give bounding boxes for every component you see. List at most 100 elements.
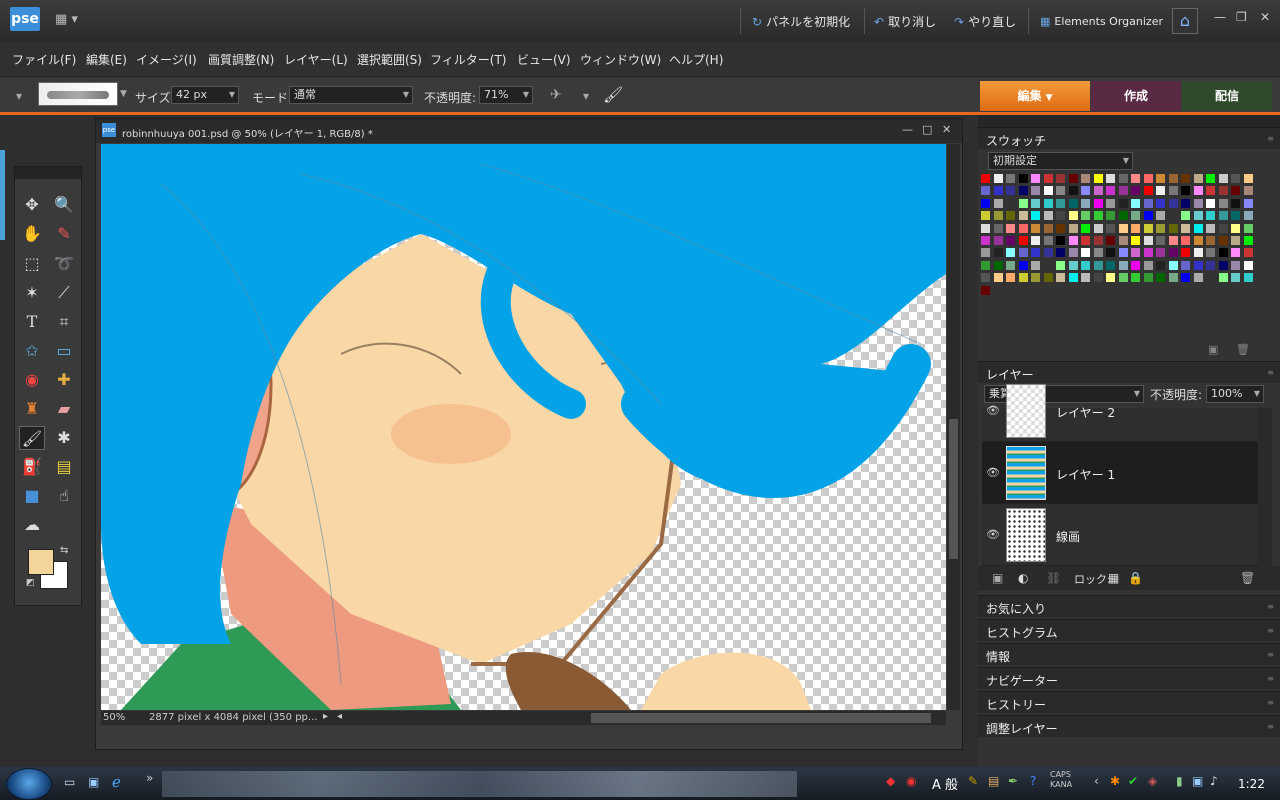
color-swatch[interactable] [1080,173,1091,184]
color-swatch[interactable] [1205,173,1216,184]
reset-panels-button[interactable]: ↻ パネルを初期化 [752,12,850,32]
color-swatch[interactable] [992,197,1004,209]
color-swatch[interactable] [1042,210,1054,222]
color-swatch[interactable] [1142,197,1154,209]
color-swatch[interactable] [1242,272,1254,284]
ime-help-icon[interactable]: ? [1030,774,1036,788]
color-swatch[interactable] [1167,259,1179,271]
color-swatch[interactable] [1155,185,1166,197]
color-swatch[interactable] [1205,185,1216,197]
color-swatch[interactable] [1205,247,1216,259]
color-swatch[interactable] [1230,235,1241,246]
new-swatch-icon[interactable]: ▣ [1208,343,1218,356]
paint-bucket-tool-icon[interactable]: ⛽ [19,455,45,479]
tab-create[interactable]: 作成 [1091,81,1181,111]
magic-wand-tool-icon[interactable]: ✶ [19,281,45,305]
color-swatch[interactable] [980,259,991,271]
layer-row[interactable]: 👁 レイヤー 2 [982,380,1258,442]
cookie-cutter-tool-icon[interactable]: ✩ [19,339,45,363]
status-menu-icon[interactable]: ▸ [323,711,328,722]
acrobat-icon[interactable]: ◆ [886,774,895,788]
menu-file[interactable]: ファイル(F) [12,51,76,68]
close-button[interactable]: ✕ [1260,10,1270,24]
crop-tool-icon[interactable]: ⌗ [51,310,77,334]
color-swatch[interactable] [1105,259,1116,271]
color-swatch[interactable] [1142,185,1154,197]
color-swatch[interactable] [992,210,1004,222]
color-swatch[interactable] [1080,210,1091,222]
adjustment-layers-panel-header[interactable]: 調整レイヤー ≡ [978,715,1280,737]
color-swatch[interactable] [1042,247,1054,259]
color-swatch[interactable] [1180,210,1191,222]
ime-dictionary-icon[interactable]: ▤ [988,774,999,788]
color-swatch[interactable] [992,272,1004,284]
eye-icon[interactable]: 👁 [986,528,1002,541]
layer-row[interactable]: 👁 線画 [982,504,1258,566]
color-swatch[interactable] [1180,173,1191,184]
color-swatch[interactable] [1180,272,1191,284]
histogram-panel-header[interactable]: ヒストグラム ≡ [978,619,1280,641]
color-swatch[interactable] [1117,222,1129,234]
menu-image[interactable]: イメージ(I) [136,51,197,68]
move-tool-icon[interactable]: ✥ [19,193,45,217]
color-swatch[interactable] [1130,247,1141,259]
color-swatch[interactable] [1230,197,1241,209]
gradient-tool-icon[interactable]: ▤ [51,455,77,479]
color-swatch[interactable] [1030,185,1041,197]
redo-button[interactable]: ↷ やり直し [954,12,1016,32]
color-swatch[interactable] [1192,210,1204,222]
color-swatch[interactable] [1130,185,1141,197]
layer-row-selected[interactable]: 👁 レイヤー 1 [982,442,1258,504]
panel-menu-icon[interactable]: ≡ [1267,722,1274,731]
doc-close-button[interactable]: ✕ [942,123,951,136]
color-swatch[interactable] [1105,222,1116,234]
doc-maximize-button[interactable]: □ [922,123,932,136]
layers-scrollbar[interactable] [1258,408,1272,566]
color-swatch[interactable] [1017,210,1029,222]
color-swatch[interactable] [1180,197,1191,209]
zoom-level[interactable]: 50% [103,712,125,723]
brush-settings-icon[interactable]: 🖌 [603,85,623,104]
color-swatch[interactable] [1180,222,1191,234]
color-swatch[interactable] [1130,235,1141,246]
color-swatch[interactable] [992,222,1004,234]
color-swatch[interactable] [1230,259,1241,271]
color-swatch[interactable] [1017,197,1029,209]
color-swatch[interactable] [1217,235,1229,246]
color-swatch[interactable] [1080,247,1091,259]
color-swatch[interactable] [1005,173,1016,184]
color-swatch[interactable] [1067,247,1079,259]
color-swatch[interactable] [1167,222,1179,234]
color-swatch[interactable] [1030,197,1041,209]
color-swatch[interactable] [980,185,991,197]
color-swatch[interactable] [980,247,991,259]
swatch-preset-select[interactable]: 初期設定 ▼ [988,152,1133,170]
menu-window[interactable]: ウィンドウ(W) [580,51,661,68]
color-swatch[interactable] [1217,222,1229,234]
favorites-panel-header[interactable]: お気に入り ≡ [978,595,1280,617]
organizer-button[interactable]: ▦ Elements Organizer [1040,12,1163,32]
color-swatch[interactable] [1042,197,1054,209]
color-swatch[interactable] [1067,185,1079,197]
color-swatch[interactable] [980,210,991,222]
color-swatch[interactable] [1080,235,1091,246]
menu-enhance[interactable]: 画質調整(N) [208,51,274,68]
tray-app-icon[interactable]: ◉ [906,774,916,788]
menu-view[interactable]: ビュー(V) [517,51,571,68]
color-swatch[interactable] [1017,247,1029,259]
default-colors-icon[interactable]: ◩ [26,578,35,588]
color-swatch[interactable] [1142,222,1154,234]
color-swatch[interactable] [1067,235,1079,246]
lock-transparency-icon[interactable]: ▦ [1108,571,1119,585]
color-swatch[interactable] [1092,259,1104,271]
color-swatch[interactable] [992,235,1004,246]
color-swatch[interactable] [1142,210,1154,222]
color-swatch[interactable] [1005,247,1016,259]
straighten-tool-icon[interactable]: ▭ [51,339,77,363]
color-swatch[interactable] [1192,185,1204,197]
show-desktop-icon[interactable]: ▭ [64,775,75,789]
color-swatch[interactable] [1192,197,1204,209]
color-swatch[interactable] [1217,197,1229,209]
color-swatch[interactable] [1230,247,1241,259]
color-swatch[interactable] [1117,173,1129,184]
